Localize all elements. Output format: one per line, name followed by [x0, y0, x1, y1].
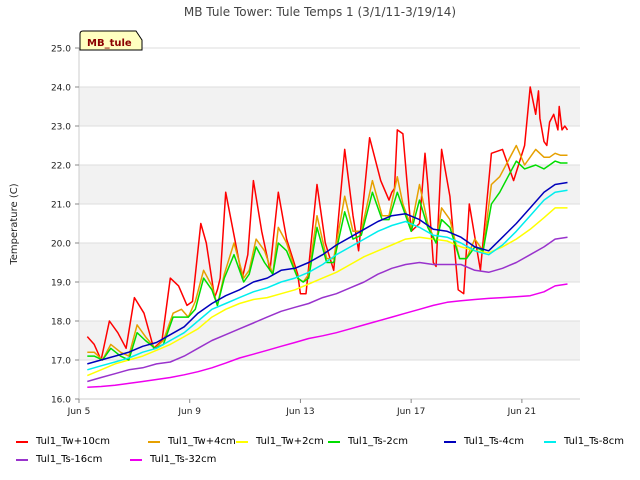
y-tick-label: 16.0: [51, 396, 71, 406]
grid-band: [79, 321, 580, 360]
legend-item: Tul1_Tw+10cm: [16, 436, 110, 447]
legend-label: Tul1_Ts-32cm: [150, 454, 217, 465]
chart-title: MB Tule Tower: Tule Temps 1 (3/1/11-3/19…: [184, 5, 456, 19]
y-tick-label: 21.0: [51, 201, 71, 211]
y-tick-label: 25.0: [51, 45, 71, 55]
x-tick-label: Jun 13: [285, 407, 314, 417]
legend-swatch: [16, 458, 28, 461]
x-tick-label: Jun 21: [507, 407, 536, 417]
y-tick-label: 22.0: [51, 162, 71, 172]
legend-item: Tul1_Ts-2cm: [328, 436, 408, 447]
legend-swatch: [236, 440, 248, 443]
x-tick-label: Jun 5: [67, 407, 91, 417]
x-tick-label: Jun 9: [177, 407, 201, 417]
y-tick-label: 24.0: [51, 84, 71, 94]
grid-band: [79, 87, 580, 126]
legend-swatch: [544, 440, 556, 443]
legend-item: Tul1_Tw+4cm: [148, 436, 236, 447]
y-tick-label: 18.0: [51, 318, 71, 328]
legend-label: Tul1_Ts-16cm: [36, 454, 103, 465]
legend-item: Tul1_Ts-8cm: [544, 436, 624, 447]
legend-item: Tul1_Ts-16cm: [16, 454, 102, 465]
y-tick-label: 23.0: [51, 123, 71, 133]
legend-item: Tul1_Ts-32cm: [130, 454, 216, 465]
legend-label: Tul1_Ts-2cm: [348, 436, 408, 447]
x-tick-label: Jun 17: [396, 407, 425, 417]
legend-label: Tul1_Ts-4cm: [464, 436, 524, 447]
legend-swatch: [444, 440, 456, 443]
y-tick-label: 20.0: [51, 240, 71, 250]
site-label: MB_tule: [87, 38, 132, 49]
legend-label: Tul1_Tw+4cm: [168, 436, 236, 447]
y-tick-label: 19.0: [51, 279, 71, 289]
legend-swatch: [130, 458, 142, 461]
legend-swatch: [328, 440, 340, 443]
legend-label: Tul1_Tw+2cm: [256, 436, 324, 447]
series-line-Tul1_Tw+10cm: [86, 86, 569, 361]
legend-swatch: [148, 440, 160, 443]
chart-legend: Tul1_Tw+10cm Tul1_Tw+4cm Tul1_Tw+2cm Tul1_T…: [0, 432, 640, 472]
legend-swatch: [16, 440, 28, 443]
grid-band: [79, 165, 580, 204]
y-axis-label: Temperature (C): [9, 183, 20, 265]
legend-item: Tul1_Tw+2cm: [236, 436, 324, 447]
legend-label: Tul1_Ts-8cm: [564, 436, 624, 447]
legend-label: Tul1_Tw+10cm: [36, 436, 111, 447]
legend-item: Tul1_Ts-4cm: [444, 436, 524, 447]
temperature-chart: MB Tule Tower: Tule Temps 1 (3/1/11-3/19…: [9, 5, 580, 417]
y-tick-label: 17.0: [51, 357, 71, 367]
